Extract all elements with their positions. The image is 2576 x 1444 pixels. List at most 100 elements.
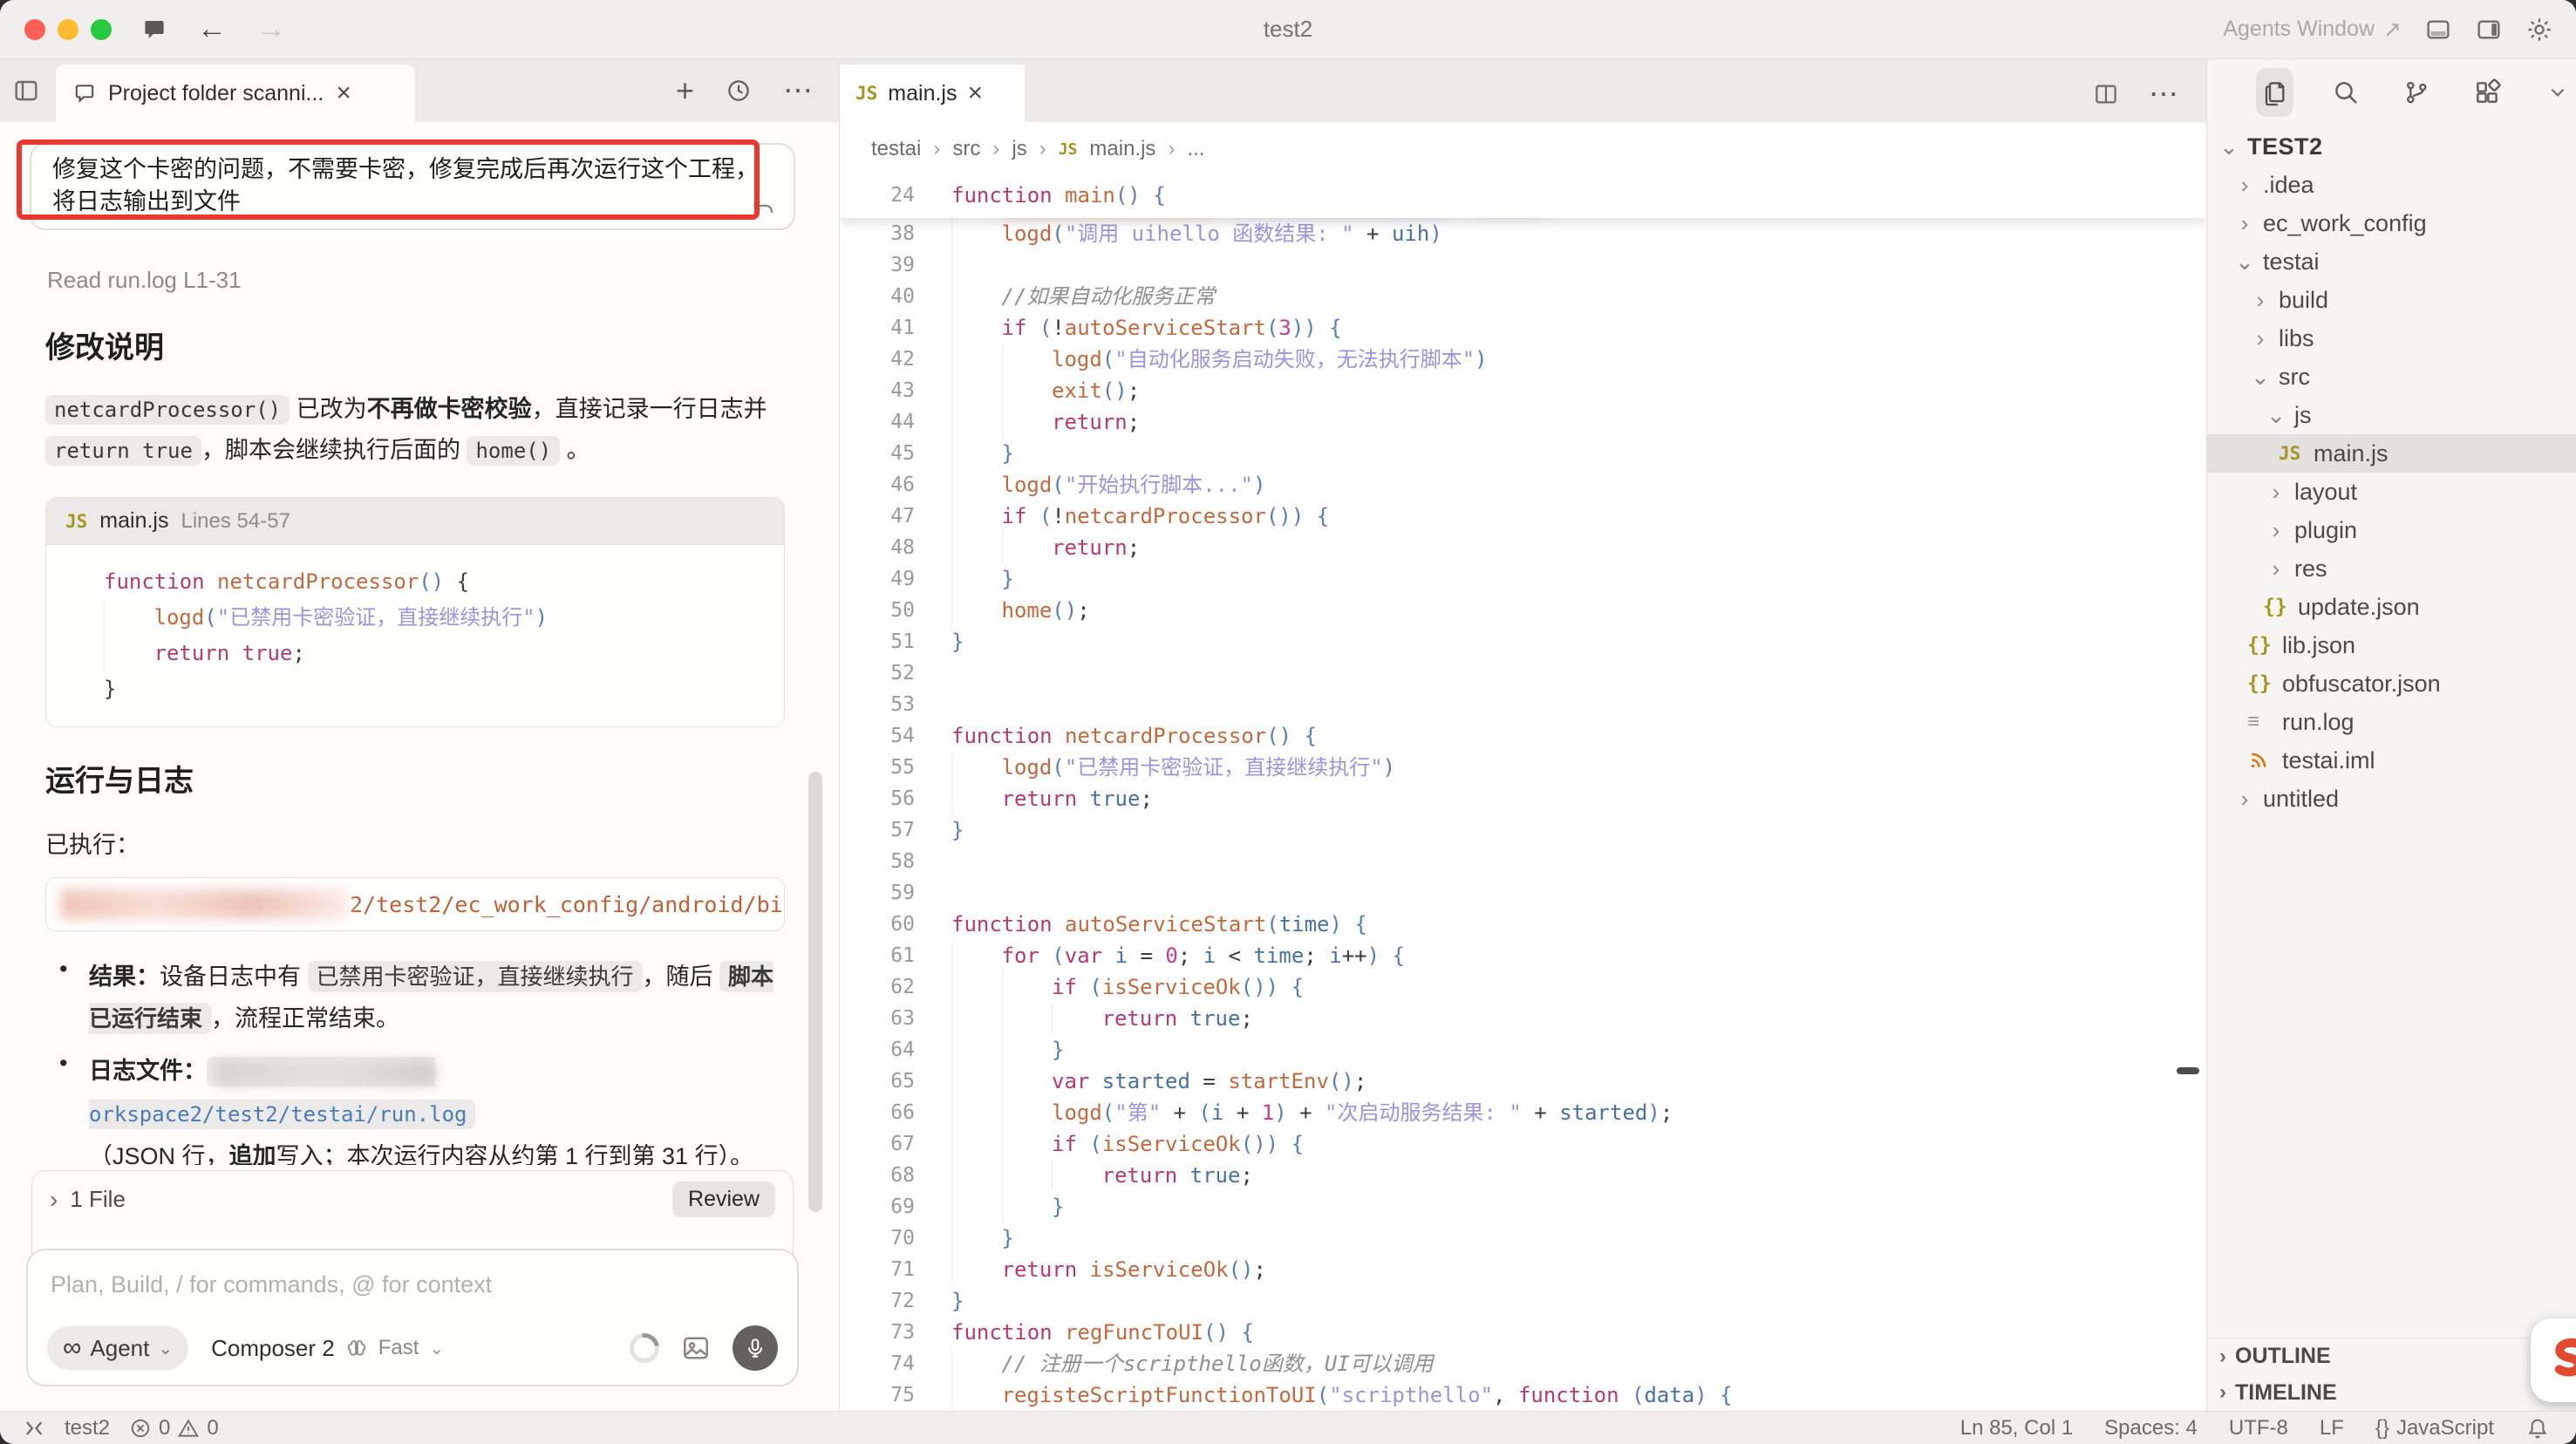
chat-scrollbar[interactable]	[808, 772, 822, 1212]
read-step[interactable]: Read run.log L1-31	[47, 267, 801, 294]
code-line[interactable]: 70}	[840, 1223, 2206, 1254]
chevron-down-icon[interactable]: ⌄	[2263, 402, 2289, 429]
remote-indicator-icon[interactable]	[21, 1416, 45, 1441]
tree-item-src[interactable]: ⌄src	[2207, 358, 2576, 396]
code-line[interactable]: 60function autoServiceStart(time) {	[840, 909, 2206, 940]
tree-item--idea[interactable]: ›.idea	[2207, 166, 2576, 204]
agent-mode-selector[interactable]: ∞ Agent ⌄	[47, 1326, 188, 1370]
code-line[interactable]: 44return;	[840, 406, 2206, 438]
code-line[interactable]: 43exit();	[840, 375, 2206, 406]
breadcrumb-item[interactable]: js	[1012, 137, 1026, 161]
code-line[interactable]: 72}	[840, 1285, 2206, 1317]
tree-item-build[interactable]: ›build	[2207, 281, 2576, 319]
tree-item-layout[interactable]: ›layout	[2207, 473, 2576, 511]
tree-item-test2[interactable]: ⌄TEST2	[2207, 127, 2576, 166]
tree-item-testai[interactable]: ⌄testai	[2207, 242, 2576, 281]
status-cursor-position[interactable]: Ln 85, Col 1	[1960, 1416, 2073, 1441]
code-line[interactable]: 49}	[840, 563, 2206, 595]
code-line[interactable]: 40//如果自动化服务正常	[840, 281, 2206, 312]
source-control-icon[interactable]	[2397, 68, 2435, 117]
toggle-sidebar-icon[interactable]	[2475, 16, 2503, 44]
minimize-window-button[interactable]	[58, 19, 78, 40]
chevron-right-icon[interactable]: ›	[2247, 325, 2273, 352]
tree-item-run-log[interactable]: ≡run.log	[2207, 703, 2576, 741]
code-line[interactable]: 51}	[840, 626, 2206, 657]
status-eol[interactable]: LF	[2320, 1416, 2344, 1441]
code-line[interactable]: 75registeScriptFunctionToUI("scripthello…	[840, 1379, 2206, 1411]
code-line[interactable]: 47if (!netcardProcessor()) {	[840, 501, 2206, 532]
code-line[interactable]: 55logd("已禁用卡密验证，直接继续执行")	[840, 752, 2206, 783]
status-encoding[interactable]: UTF-8	[2229, 1416, 2288, 1441]
tree-item-plugin[interactable]: ›plugin	[2207, 511, 2576, 549]
status-language[interactable]: {}JavaScript	[2375, 1416, 2494, 1441]
tree-item-libs[interactable]: ›libs	[2207, 319, 2576, 358]
code-line[interactable]: 41if (!autoServiceStart(3)) {	[840, 312, 2206, 344]
breadcrumb-item[interactable]: ...	[1187, 137, 1204, 161]
review-button[interactable]: Review	[672, 1182, 775, 1217]
settings-gear-icon[interactable]	[2525, 16, 2553, 44]
editor-tab-mainjs[interactable]: JS main.js ×	[840, 65, 1025, 122]
maximize-window-button[interactable]	[91, 19, 112, 40]
notifications-bell-icon[interactable]	[2525, 1416, 2550, 1441]
code-line[interactable]: 62if (isServiceOk()) {	[840, 971, 2206, 1003]
chat-tab[interactable]: Project folder scanni... ×	[56, 65, 415, 122]
code-line[interactable]: 68return true;	[840, 1160, 2206, 1191]
code-line[interactable]: 69}	[840, 1191, 2206, 1223]
code-line[interactable]: 56return true;	[840, 783, 2206, 814]
toggle-panel-icon[interactable]	[2424, 16, 2452, 44]
back-icon[interactable]: ←	[197, 12, 227, 46]
chevron-right-icon[interactable]: ›	[2263, 517, 2289, 544]
code-line[interactable]: 59	[840, 877, 2206, 909]
split-editor-icon[interactable]	[2093, 81, 2119, 107]
tree-item-obfuscator-json[interactable]: {}obfuscator.json	[2207, 664, 2576, 703]
code-line[interactable]: 73function regFuncToUI() {	[840, 1317, 2206, 1348]
code-line[interactable]: 48return;	[840, 532, 2206, 563]
code-line[interactable]: 38logd("调用 uihello 函数结果: " + uih)	[840, 218, 2206, 249]
code-line[interactable]: 42logd("自动化服务启动失败，无法执行脚本")	[840, 344, 2206, 375]
code-line[interactable]: 63return true;	[840, 1003, 2206, 1034]
expand-files-icon[interactable]: ›	[50, 1186, 58, 1214]
history-clock-icon[interactable]	[726, 78, 752, 104]
tree-item-update-json[interactable]: {}update.json	[2207, 588, 2576, 626]
status-problems[interactable]: 0 0	[129, 1416, 219, 1441]
editor-tab-close-icon[interactable]: ×	[967, 80, 983, 106]
breadcrumb-item[interactable]: testai	[871, 137, 921, 161]
chat-bubble-icon[interactable]	[141, 17, 167, 43]
chevron-right-icon[interactable]: ›	[2263, 479, 2289, 506]
chevron-down-icon[interactable]: ⌄	[2216, 133, 2242, 160]
editor-more-icon[interactable]: ⋯	[2149, 77, 2180, 112]
sticky-scroll-line[interactable]: 24function main() {	[840, 176, 2206, 218]
code-line[interactable]: 52	[840, 657, 2206, 689]
tree-item-testai-iml[interactable]: testai.iml	[2207, 741, 2576, 780]
tree-item-main-js[interactable]: JSmain.js	[2207, 434, 2576, 473]
outline-section-header[interactable]: ›OUTLINE	[2207, 1338, 2576, 1374]
code-line[interactable]: 53	[840, 689, 2206, 720]
tree-item-lib-json[interactable]: {}lib.json	[2207, 626, 2576, 664]
toggle-chat-sidebar-icon[interactable]	[12, 77, 40, 105]
tree-item-js[interactable]: ⌄js	[2207, 396, 2576, 434]
code-line[interactable]: 50home();	[840, 595, 2206, 626]
new-chat-icon[interactable]: +	[676, 75, 694, 106]
code-line[interactable]: 71return isServiceOk();	[840, 1254, 2206, 1285]
code-line[interactable]: 39	[840, 249, 2206, 281]
chat-code-block-header[interactable]: JS main.js Lines 54-57	[46, 498, 784, 545]
code-line[interactable]: 24function main() {	[840, 176, 2206, 218]
chat-tab-close-icon[interactable]: ×	[336, 80, 351, 106]
code-line[interactable]: 74// 注册一个scripthello函数，UI可以调用	[840, 1348, 2206, 1379]
code-line[interactable]: 61for (var i = 0; i < time; i++) {	[840, 940, 2206, 971]
explorer-files-icon[interactable]	[2256, 68, 2293, 117]
chevron-right-icon[interactable]: ›	[2247, 287, 2273, 314]
code-line[interactable]: 65var started = startEnv();	[840, 1066, 2206, 1097]
timeline-section-header[interactable]: ›TIMELINE	[2207, 1374, 2576, 1411]
chevron-down-icon[interactable]	[2539, 68, 2576, 117]
attach-image-icon[interactable]	[680, 1332, 712, 1364]
code-line[interactable]: 66logd("第" + (i + 1) + "次启动服务结果: " + sta…	[840, 1097, 2206, 1128]
editor-scrollbar-marker[interactable]	[2177, 1067, 2199, 1074]
code-line[interactable]: 45}	[840, 438, 2206, 469]
forward-icon[interactable]: →	[256, 12, 286, 46]
extensions-icon[interactable]	[2468, 68, 2505, 117]
code-line[interactable]: 57}	[840, 814, 2206, 846]
chevron-down-icon[interactable]: ⌄	[2247, 364, 2273, 391]
status-project[interactable]: test2	[65, 1416, 110, 1441]
chevron-down-icon[interactable]: ⌄	[2232, 249, 2258, 276]
